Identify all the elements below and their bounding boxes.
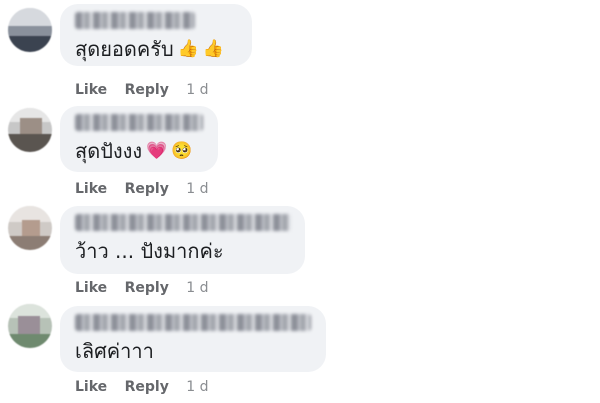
pleading-face-icon: 🥺: [171, 141, 193, 161]
comment-text: สุดยอดครับ: [75, 37, 174, 61]
reply-button[interactable]: Reply: [125, 280, 169, 296]
like-button[interactable]: Like: [75, 181, 107, 197]
comment-actions: Like Reply 1 d: [75, 82, 222, 98]
avatar[interactable]: [8, 8, 52, 52]
comment-timestamp[interactable]: 1 d: [186, 280, 208, 296]
comment-bubble: สุดปังงง 💗 🥺: [60, 106, 218, 172]
comment-timestamp[interactable]: 1 d: [186, 379, 208, 395]
comment-actions: Like Reply 1 d: [75, 181, 222, 197]
comment-timestamp[interactable]: 1 d: [186, 181, 208, 197]
author-name-blurred[interactable]: [75, 314, 311, 331]
comment-actions: Like Reply 1 d: [75, 280, 222, 296]
comment-text-row: สุดยอดครับ 👍 👍: [75, 35, 238, 63]
comment-bubble: ว้าว ... ปังมากค่ะ: [60, 206, 305, 274]
comment-text: เลิศค่าาา: [75, 339, 154, 363]
reply-button[interactable]: Reply: [125, 181, 169, 197]
pink-heart-icon: 💗: [146, 141, 168, 161]
avatar[interactable]: [8, 108, 52, 152]
author-name-blurred[interactable]: [75, 114, 203, 131]
comment-text: สุดปังงง: [75, 139, 143, 163]
author-name-blurred[interactable]: [75, 214, 291, 231]
thumbs-up-icon: 👍: [177, 39, 199, 59]
like-button[interactable]: Like: [75, 280, 107, 296]
comment-text: ว้าว ... ปังมากค่ะ: [75, 239, 224, 263]
reply-button[interactable]: Reply: [125, 379, 169, 395]
avatar[interactable]: [8, 304, 52, 348]
avatar[interactable]: [8, 206, 52, 250]
comment-actions: Like Reply 1 d: [75, 379, 222, 395]
like-button[interactable]: Like: [75, 379, 107, 395]
comment-bubble: สุดยอดครับ 👍 👍: [60, 4, 252, 66]
comment-thread: สุดยอดครับ 👍 👍 Like Reply 1 d สุดปังงง 💗…: [0, 0, 600, 403]
comment-text-row: สุดปังงง 💗 🥺: [75, 137, 204, 165]
thumbs-up-icon: 👍: [202, 39, 225, 59]
author-name-blurred[interactable]: [75, 12, 195, 29]
like-button[interactable]: Like: [75, 82, 107, 98]
comment-bubble: เลิศค่าาา: [60, 306, 326, 372]
reply-button[interactable]: Reply: [125, 82, 169, 98]
comment-timestamp[interactable]: 1 d: [186, 82, 208, 98]
comment-text-row: ว้าว ... ปังมากค่ะ: [75, 237, 291, 265]
comment-text-row: เลิศค่าาา: [75, 337, 312, 365]
